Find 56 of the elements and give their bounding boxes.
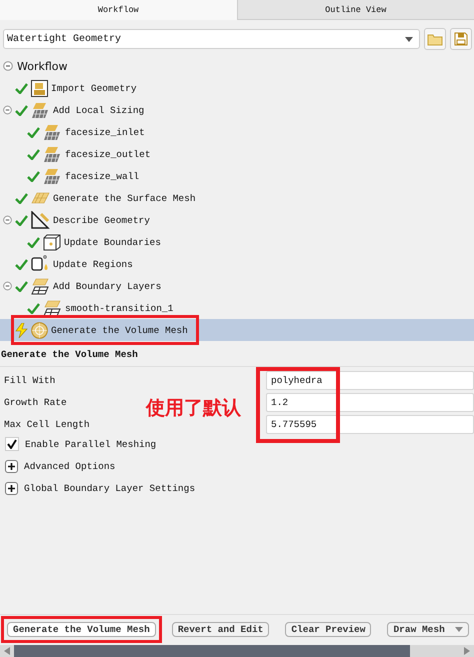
check-icon <box>7 439 17 449</box>
layered-grid-icon <box>31 278 50 294</box>
collapse-icon[interactable] <box>3 281 12 291</box>
field-label: Max Cell Length <box>4 418 91 430</box>
collapse-icon[interactable] <box>3 105 12 115</box>
action-button[interactable]: Draw Mesh <box>387 622 469 637</box>
tree-item[interactable]: Add Local Sizing <box>53 104 144 116</box>
tree-item[interactable]: facesize_wall <box>65 170 140 182</box>
action-button[interactable]: Generate the Volume Mesh <box>7 622 156 637</box>
horizontal-scrollbar[interactable] <box>0 645 474 657</box>
input-field[interactable]: 5.775595 <box>266 414 474 434</box>
scrollbar-thumb[interactable] <box>14 645 410 657</box>
box-icon <box>43 234 61 250</box>
checkbox-label: Enable Parallel Meshing <box>25 438 156 450</box>
action-button[interactable]: Revert and Edit <box>172 622 270 637</box>
mesh-layers-icon <box>31 102 50 118</box>
mesh-layers-icon <box>43 124 62 140</box>
tree-item[interactable]: Update Boundaries <box>64 236 161 248</box>
action-button[interactable]: Clear Preview <box>285 622 372 637</box>
tree-item[interactable]: smooth-transition_1 <box>65 302 174 314</box>
layered-grid-icon <box>43 300 62 316</box>
collapse-icon[interactable] <box>3 215 12 225</box>
tab[interactable]: Outline View <box>236 0 474 20</box>
cylinder-icon <box>31 255 50 273</box>
caret-icon <box>454 627 463 632</box>
surface-mesh-icon <box>31 192 50 204</box>
tab[interactable]: Workflow <box>0 0 236 20</box>
save-button[interactable] <box>450 28 472 50</box>
input-field[interactable]: 1.2 <box>266 392 474 412</box>
tree-item[interactable]: Generate the Volume Mesh <box>51 324 188 336</box>
field-label: Growth Rate <box>4 396 68 408</box>
tree-item[interactable]: Import Geometry <box>51 82 137 94</box>
section-header[interactable]: Advanced Options <box>24 460 116 472</box>
import-icon <box>31 80 48 96</box>
folder-icon <box>427 32 443 46</box>
workflow-dropdown[interactable]: Watertight Geometry <box>3 29 420 49</box>
tree-item[interactable]: Update Regions <box>53 258 133 270</box>
tree-root-label[interactable]: Workflow <box>17 60 68 72</box>
collapse-icon[interactable] <box>3 61 13 71</box>
mesh-layers-icon <box>43 168 62 184</box>
mesh-ball-icon <box>31 322 48 338</box>
tree-item[interactable]: Generate the Surface Mesh <box>53 192 196 204</box>
mesh-layers-icon <box>43 146 62 162</box>
panel-title: Generate the Volume Mesh <box>0 345 474 367</box>
expand-icon[interactable] <box>5 482 18 494</box>
tree-item[interactable]: facesize_inlet <box>65 126 145 138</box>
section-header[interactable]: Global Boundary Layer Settings <box>24 482 196 494</box>
expand-icon[interactable] <box>5 460 18 472</box>
field-label: Fill With <box>4 374 56 386</box>
tree-item[interactable]: facesize_outlet <box>65 148 151 160</box>
input-field[interactable]: polyhedra <box>266 370 474 390</box>
caret-icon <box>405 36 413 42</box>
tree-item[interactable]: Add Boundary Layers <box>53 280 162 292</box>
annotation-text: 使用了默认 <box>146 396 241 421</box>
checkbox[interactable] <box>5 437 19 451</box>
tree-item[interactable]: Describe Geometry <box>53 214 150 226</box>
